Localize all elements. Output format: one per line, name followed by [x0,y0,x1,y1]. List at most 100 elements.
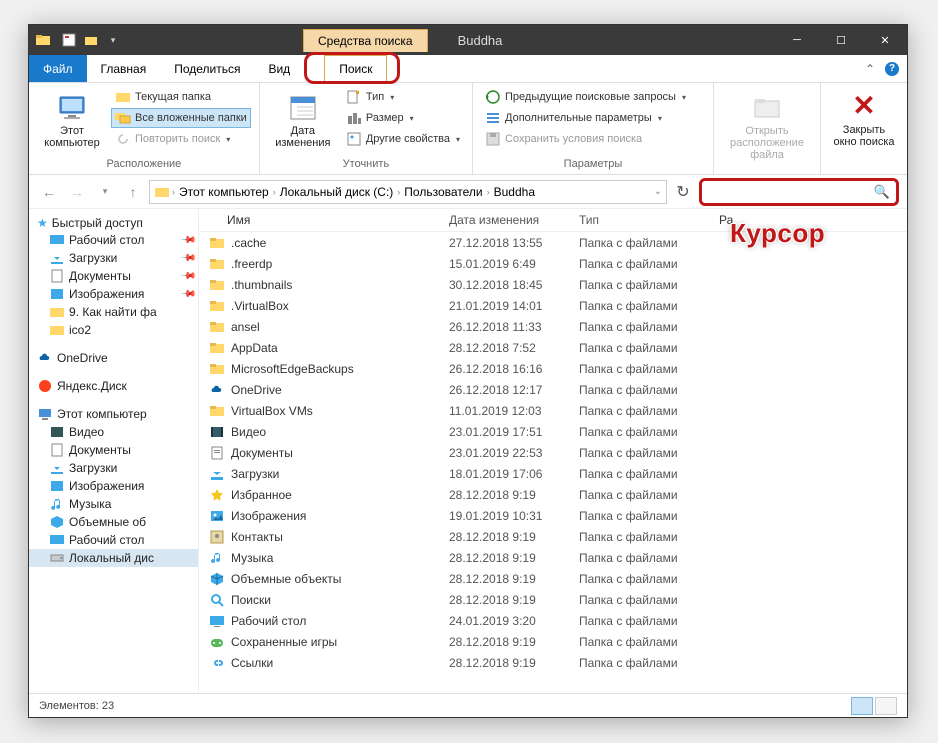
file-row[interactable]: Изображения19.01.2019 10:31Папка с файла… [199,505,907,526]
crumb-1[interactable]: Локальный диск (C:) [278,185,396,199]
help-icon[interactable]: ? [885,62,899,76]
file-row[interactable]: OneDrive26.12.2018 12:17Папка с файлами [199,379,907,400]
tree-docs2[interactable]: Документы [29,441,198,459]
file-row[interactable]: Ссылки28.12.2018 9:19Папка с файлами [199,652,907,673]
tab-view[interactable]: Вид [254,55,304,82]
file-name: .freerdp [231,257,272,271]
prev-searches-button[interactable]: Предыдущие поисковые запросы▾ [481,87,690,107]
file-row[interactable]: Поиски28.12.2018 9:19Папка с файлами [199,589,907,610]
file-row[interactable]: ansel26.12.2018 11:33Папка с файлами [199,316,907,337]
date-modified-button[interactable]: Дата изменения [268,87,338,153]
this-pc-button[interactable]: Этот компьютер [37,87,107,153]
file-row[interactable]: MicrosoftEdgeBackups26.12.2018 16:16Папк… [199,358,907,379]
open-location-button[interactable]: Открыть расположение файла [722,87,812,165]
search-again-button[interactable]: Повторить поиск▾ [111,129,251,149]
minimize-button[interactable]: ─ [775,25,819,55]
file-row[interactable]: .freerdp15.01.2019 6:49Папка с файлами [199,253,907,274]
size-button[interactable]: Размер▾ [342,108,464,128]
close-search-button[interactable]: ✕ Закрыть окно поиска [829,87,899,152]
tree-pictures[interactable]: Изображения📌 [29,285,198,303]
tree-desk2[interactable]: Рабочий стол [29,531,198,549]
col-type-header[interactable]: Тип [579,213,719,227]
file-row[interactable]: AppData28.12.2018 7:52Папка с файлами [199,337,907,358]
tree-music[interactable]: Музыка [29,495,198,513]
file-date: 26.12.2018 11:33 [449,320,579,334]
qat-new-folder[interactable] [81,30,101,50]
file-row[interactable]: VirtualBox VMs11.01.2019 12:03Папка с фа… [199,400,907,421]
file-row[interactable]: .VirtualBox21.01.2019 14:01Папка с файла… [199,295,907,316]
thispc-head[interactable]: Этот компьютер [29,405,198,423]
col-name-header[interactable]: Имя [199,213,449,227]
qat-dropdown[interactable]: ▾ [103,30,123,50]
file-date: 28.12.2018 7:52 [449,341,579,355]
file-row[interactable]: Рабочий стол24.01.2019 3:20Папка с файла… [199,610,907,631]
crumb-0[interactable]: Этот компьютер [177,185,271,199]
group-close-search: ✕ Закрыть окно поиска [821,83,907,174]
current-folder-button[interactable]: Текущая папка [111,87,251,107]
file-row[interactable]: .cache27.12.2018 13:55Папка с файлами [199,232,907,253]
tree-item-ico2[interactable]: ico2 [29,321,198,339]
tree-3d[interactable]: Объемные об [29,513,198,531]
file-row[interactable]: Избранное28.12.2018 9:19Папка с файлами [199,484,907,505]
tree-localdisk[interactable]: Локальный дис [29,549,198,567]
file-row[interactable]: Сохраненные игры28.12.2018 9:19Папка с ф… [199,631,907,652]
file-date: 21.01.2019 14:01 [449,299,579,313]
type-button[interactable]: Тип▾ [342,87,464,107]
tab-file[interactable]: Файл [29,55,87,82]
other-props-button[interactable]: Другие свойства▾ [342,129,464,149]
crumb-2[interactable]: Пользователи [402,185,484,199]
file-date: 27.12.2018 13:55 [449,236,579,250]
view-large-button[interactable] [875,697,897,715]
refresh-button[interactable]: ↻ [671,180,695,204]
close-button[interactable]: ✕ [863,25,907,55]
nav-tree: ★Быстрый доступ Рабочий стол📌 Загрузки📌 … [29,209,199,693]
search-input[interactable] [708,185,874,199]
qat-properties[interactable] [59,30,79,50]
file-row[interactable]: Документы23.01.2019 22:53Папка с файлами [199,442,907,463]
breadcrumb[interactable]: › Этот компьютер› Локальный диск (C:)› П… [149,180,667,204]
maximize-button[interactable]: ☐ [819,25,863,55]
file-row[interactable]: Контакты28.12.2018 9:19Папка с файлами [199,526,907,547]
all-subfolders-button[interactable]: Все вложенные папки [111,108,251,128]
file-row[interactable]: Загрузки18.01.2019 17:06Папка с файлами [199,463,907,484]
tree-video[interactable]: Видео [29,423,198,441]
quick-access-head[interactable]: ★Быстрый доступ [29,215,198,231]
view-details-button[interactable] [851,697,873,715]
tab-share[interactable]: Поделиться [160,55,254,82]
file-date: 23.01.2019 22:53 [449,446,579,460]
save-search-button[interactable]: Сохранить условия поиска [481,129,690,149]
chevron-up-icon[interactable]: ⌃ [865,62,875,76]
tree-downloads[interactable]: Загрузки📌 [29,249,198,267]
search-icon[interactable]: 🔍 [874,184,890,200]
file-name: .cache [231,236,266,250]
onedrive-head[interactable]: OneDrive [29,349,198,367]
up-button[interactable]: ↑ [121,180,145,204]
docs-icon [209,445,225,461]
tree-desktop[interactable]: Рабочий стол📌 [29,231,198,249]
tree-pics2[interactable]: Изображения [29,477,198,495]
file-type: Папка с файлами [579,278,719,292]
file-row[interactable]: Видео23.01.2019 17:51Папка с файлами [199,421,907,442]
back-button[interactable]: ← [37,180,61,204]
file-row[interactable]: .thumbnails30.12.2018 18:45Папка с файла… [199,274,907,295]
tree-item-9[interactable]: 9. Как найти фа [29,303,198,321]
crumb-3[interactable]: Buddha [492,185,537,199]
forward-button[interactable]: → [65,180,89,204]
tree-dl2[interactable]: Загрузки [29,459,198,477]
folder-icon [49,304,65,320]
file-type: Папка с файлами [579,593,719,607]
folder-icon [35,32,51,48]
yandex-head[interactable]: Яндекс.Диск [29,377,198,395]
advanced-button[interactable]: Дополнительные параметры▾ [481,108,690,128]
col-date-header[interactable]: Дата изменения [449,213,579,227]
col-size-header[interactable]: Ра [719,213,779,227]
file-row[interactable]: Музыка28.12.2018 9:19Папка с файлами [199,547,907,568]
refresh-icon [115,131,131,147]
tree-documents[interactable]: Документы📌 [29,267,198,285]
tab-search[interactable]: Поиск [324,55,387,83]
file-type: Папка с файлами [579,530,719,544]
recent-button[interactable]: ▾ [93,180,117,204]
tab-home[interactable]: Главная [87,55,161,82]
file-name: Контакты [231,530,283,544]
file-row[interactable]: Объемные объекты28.12.2018 9:19Папка с ф… [199,568,907,589]
